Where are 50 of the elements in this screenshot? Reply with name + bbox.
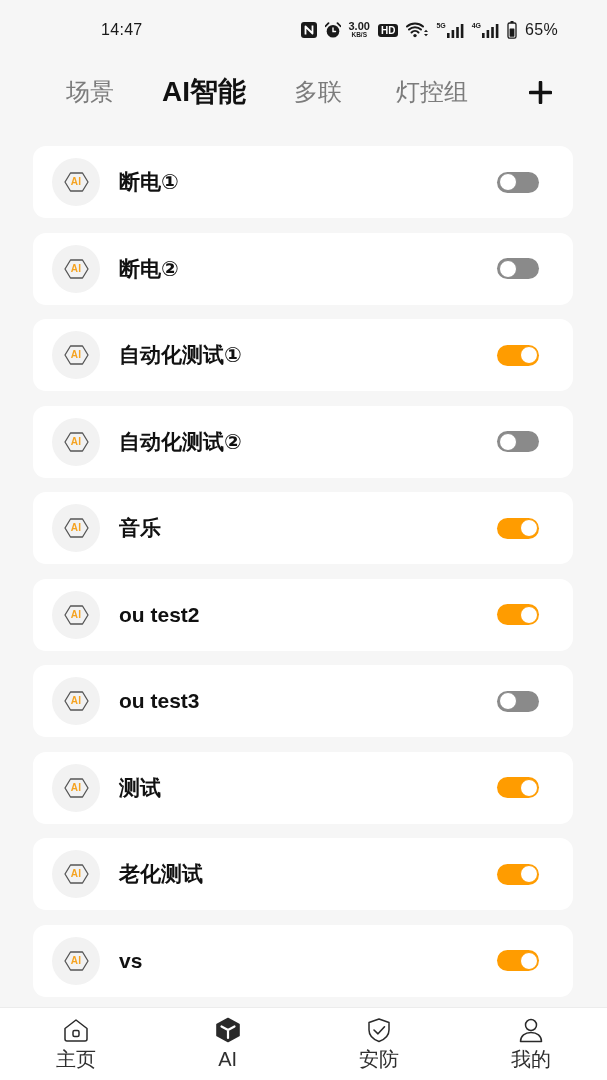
scene-card[interactable]: AI 自动化测试① (33, 319, 573, 391)
toggle-switch[interactable] (497, 431, 539, 452)
plus-icon (528, 80, 552, 104)
tab[interactable]: 灯控组 (375, 75, 489, 109)
toggle-switch[interactable] (497, 517, 539, 539)
scene-card[interactable]: AI 测试 (33, 751, 573, 824)
toggle-switch[interactable] (497, 171, 539, 193)
hd-indicator: HD (377, 23, 399, 37)
scene-name: 断电② (119, 255, 180, 282)
scene-card[interactable]: AI 断电② (33, 232, 573, 305)
toggle-switch[interactable] (497, 777, 539, 798)
battery-percent: 65% (525, 21, 558, 39)
nfc-icon (300, 22, 317, 38)
signal-bars-icon (482, 24, 500, 38)
tab[interactable]: 多联 (261, 75, 375, 109)
scene-name: 自动化测试② (119, 428, 243, 455)
add-button[interactable] (528, 80, 552, 104)
scene-card[interactable]: AI vs (33, 924, 573, 997)
scene-card[interactable]: AI 自动化测试② (33, 405, 573, 478)
scene-card[interactable]: AI 断电① (33, 146, 573, 218)
toggle-switch[interactable] (497, 604, 539, 625)
scene-card[interactable]: AI 音乐 (33, 492, 573, 564)
tab[interactable]: AI智能 (147, 75, 261, 109)
toggle-switch[interactable] (497, 258, 539, 279)
battery-icon (507, 21, 518, 39)
network-speed: 3.00 (348, 21, 370, 33)
scene-card[interactable]: AI ou test2 (33, 578, 573, 651)
toggle-switch[interactable] (497, 863, 539, 885)
nav-tab[interactable]: 我的 (507, 1008, 556, 1080)
nav-tab[interactable]: 主页 (51, 1008, 100, 1080)
scene-name: 老化测试 (119, 861, 204, 887)
scene-name: ou test3 (119, 689, 201, 713)
scene-name: ou test2 (119, 602, 201, 627)
toggle-switch[interactable] (497, 690, 539, 712)
scene-card[interactable]: AI ou test3 (33, 665, 573, 737)
signal-bars-icon (446, 24, 464, 38)
scene-name: 断电① (119, 169, 180, 195)
toggle-switch[interactable] (497, 344, 539, 366)
wifi-icon (406, 22, 429, 38)
nav-tab[interactable]: 安防 (355, 1008, 404, 1080)
status-time: 14:47 (101, 21, 143, 39)
scene-name: 测试 (119, 774, 162, 801)
scene-card[interactable]: AI 老化测试 (33, 838, 573, 910)
toggle-switch[interactable] (497, 950, 539, 971)
nav-tab[interactable]: AI (209, 1008, 246, 1080)
tab[interactable]: 场景 (33, 75, 147, 109)
scene-name: 音乐 (119, 515, 162, 541)
scene-name: vs (119, 948, 144, 973)
scene-name: 自动化测试① (119, 342, 243, 368)
alarm-clock-icon (324, 22, 341, 38)
